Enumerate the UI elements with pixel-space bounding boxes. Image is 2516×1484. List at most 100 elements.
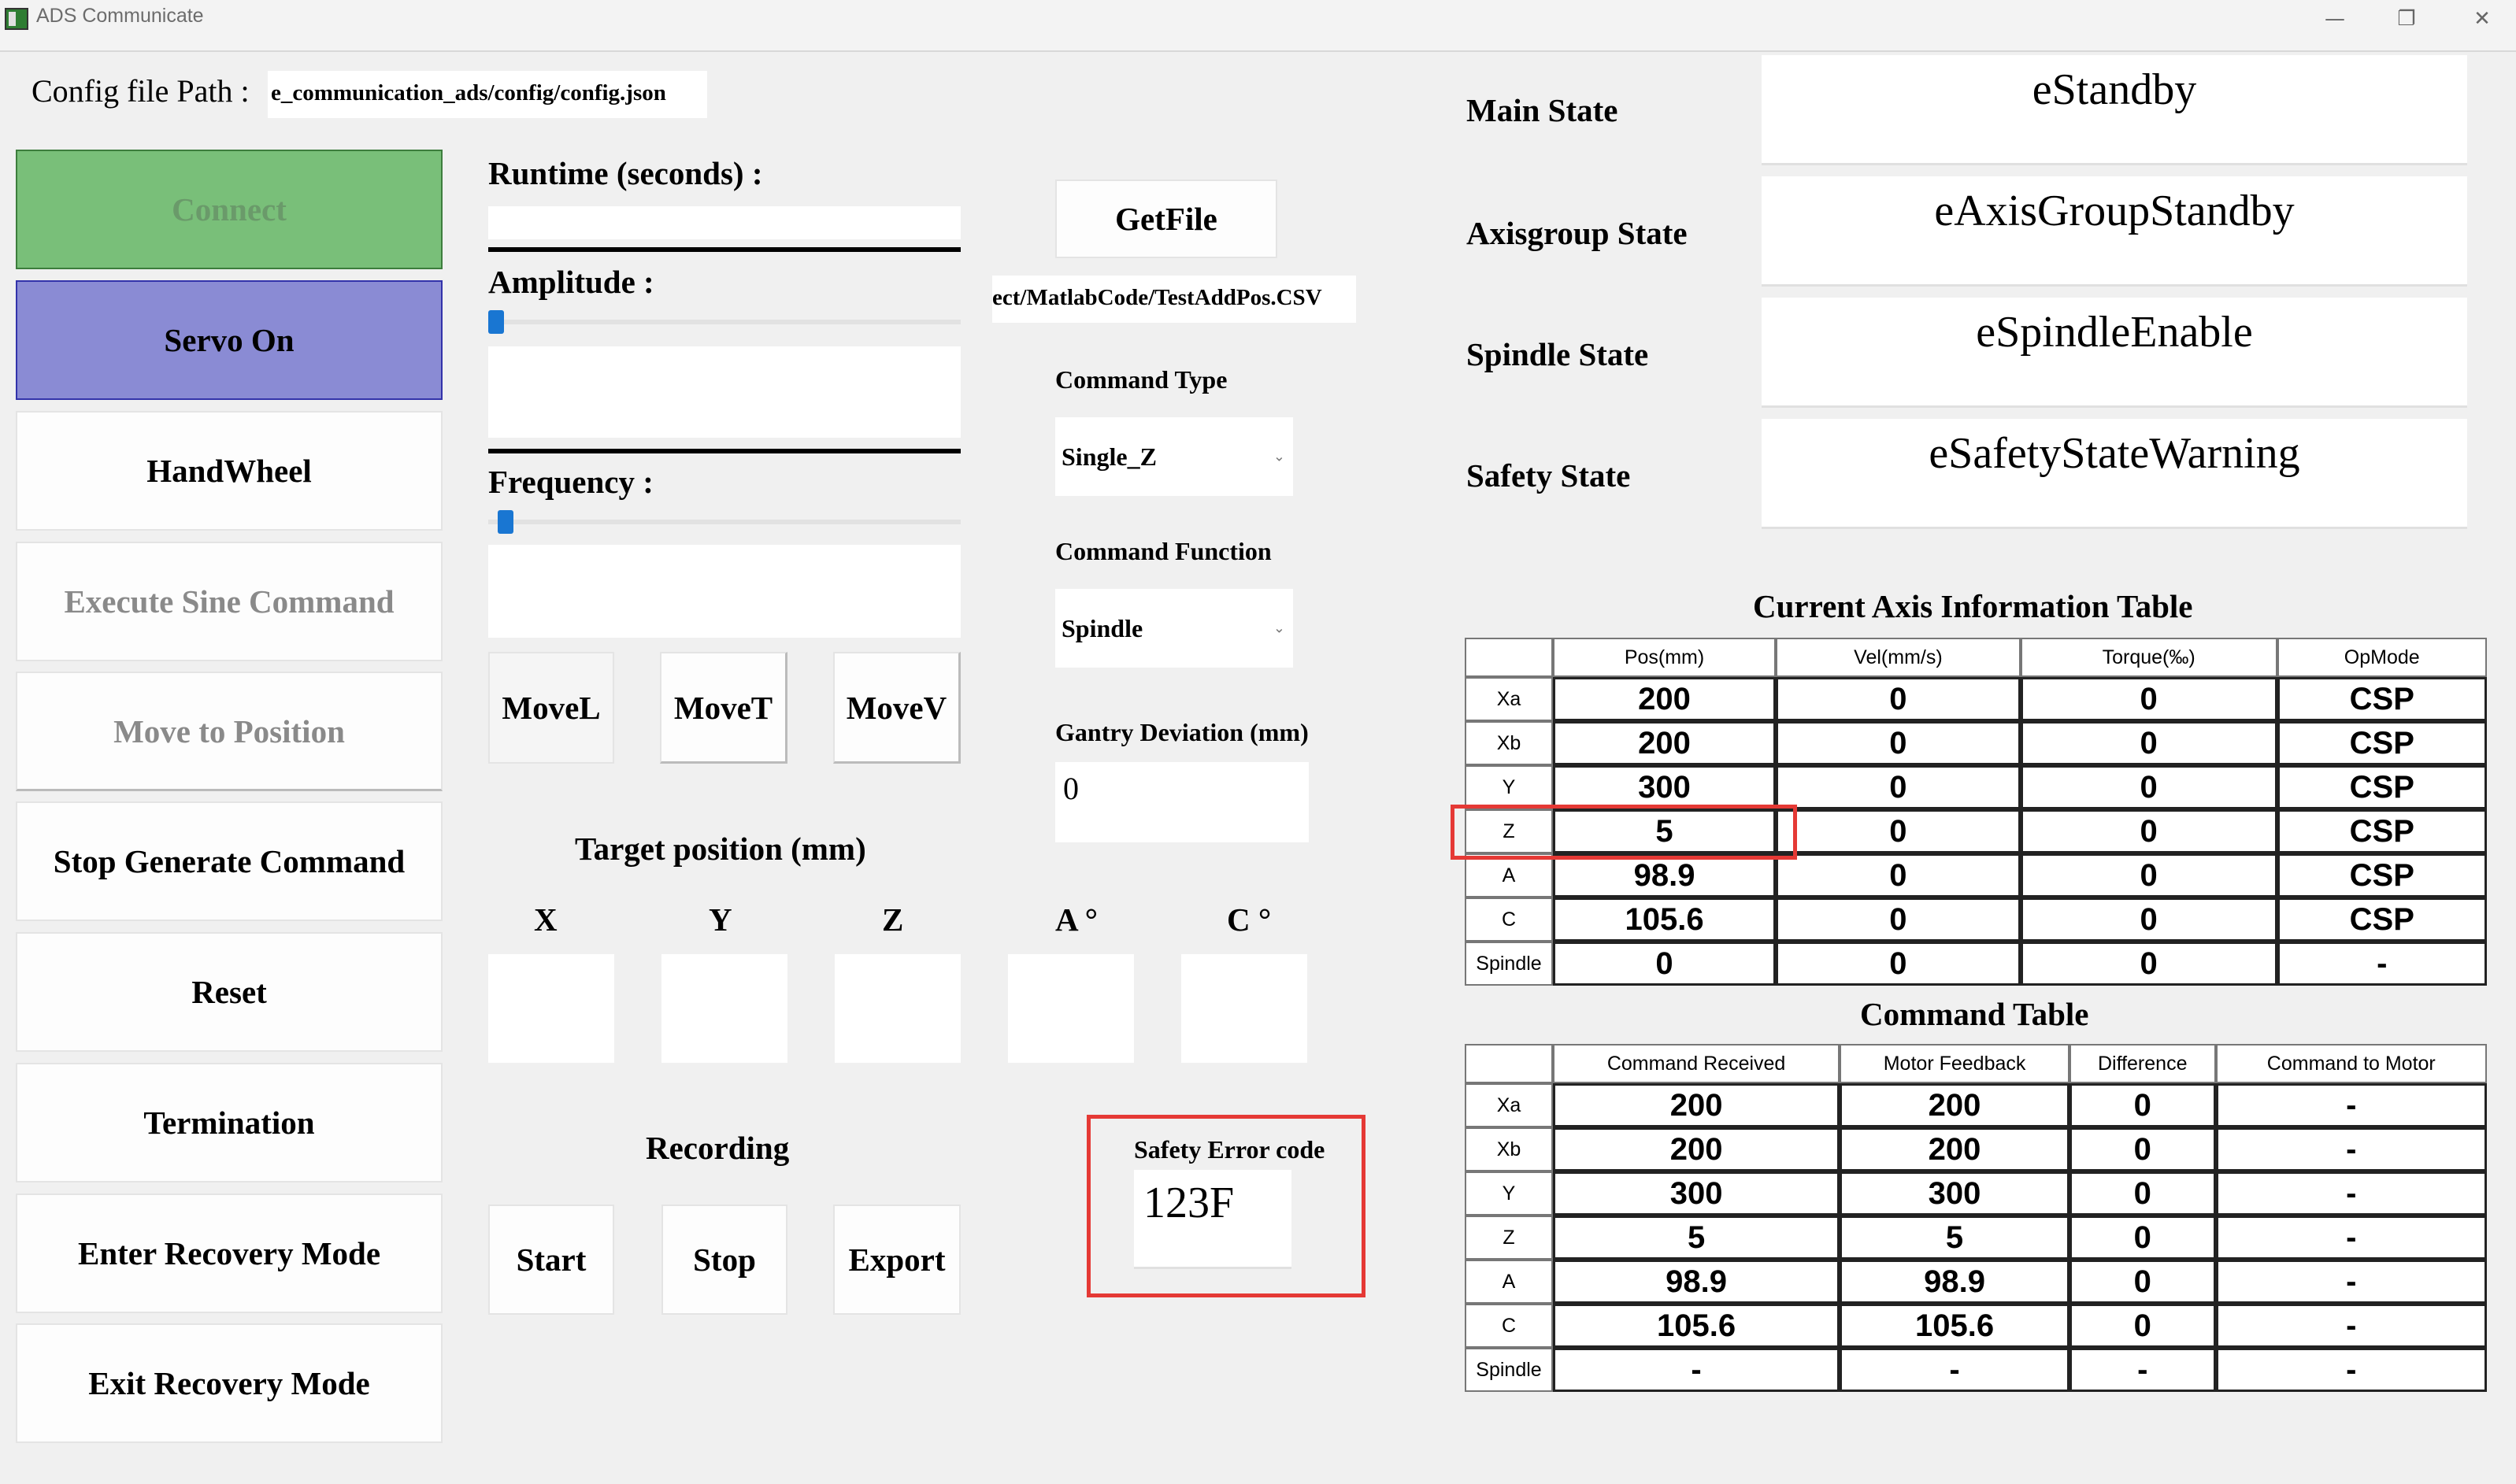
table-cell[interactable]: 0 [2069, 1171, 2216, 1216]
reset-button[interactable]: Reset [16, 932, 443, 1052]
table-cell[interactable]: - [2215, 1304, 2487, 1348]
termination-button[interactable]: Termination [16, 1063, 443, 1182]
minimize-icon[interactable]: — [2303, 2, 2366, 36]
table-cell[interactable]: - [1840, 1348, 2069, 1392]
table-cell[interactable]: - [2215, 1127, 2487, 1171]
frequency-slider-handle[interactable] [497, 510, 513, 534]
table-cell[interactable]: 105.6 [1553, 897, 1777, 942]
table-cell[interactable]: 200 [1553, 1083, 1840, 1127]
table-cell[interactable]: 5 [1553, 1216, 1840, 1260]
runtime-input[interactable] [488, 206, 961, 239]
move-to-position-button[interactable]: Move to Position [16, 672, 443, 791]
table-cell[interactable]: 200 [1840, 1127, 2069, 1171]
table-cell[interactable]: 0 [2020, 809, 2277, 853]
table-cell[interactable]: 200 [1553, 1127, 1840, 1171]
close-icon[interactable]: ✕ [2451, 2, 2514, 36]
stop-generate-button[interactable]: Stop Generate Command [16, 801, 443, 921]
table-cell[interactable]: 105.6 [1840, 1304, 2069, 1348]
table-cell[interactable]: - [2069, 1348, 2216, 1392]
table-cell[interactable]: 300 [1553, 1171, 1840, 1216]
table-cell[interactable]: CSP [2277, 677, 2487, 721]
table-cell[interactable]: - [2215, 1083, 2487, 1127]
target-x-input[interactable] [488, 954, 614, 1063]
table-cell[interactable]: 300 [1840, 1171, 2069, 1216]
table-cell[interactable]: CSP [2277, 897, 2487, 942]
table-cell[interactable]: 0 [2020, 897, 2277, 942]
enter-recovery-button[interactable]: Enter Recovery Mode [16, 1193, 443, 1313]
table-cell[interactable]: - [2215, 1171, 2487, 1216]
exit-recovery-button[interactable]: Exit Recovery Mode [16, 1323, 443, 1443]
table-cell[interactable]: 0 [2069, 1083, 2216, 1127]
table-cell[interactable]: 300 [1553, 765, 1777, 809]
target-a-input[interactable] [1008, 954, 1134, 1063]
table-cell[interactable]: 0 [2020, 942, 2277, 986]
connect-button[interactable]: Connect [16, 150, 443, 269]
table-cell[interactable]: - [2215, 1260, 2487, 1304]
gantry-deviation-input[interactable]: 0 [1055, 762, 1309, 842]
target-y-input[interactable] [661, 954, 787, 1063]
table-row: Y 300 0 0 CSP [1465, 765, 2487, 809]
table-cell[interactable]: 98.9 [1840, 1260, 2069, 1304]
recording-title: Recording [646, 1130, 790, 1166]
table-row: Spindle - - - - [1465, 1348, 2487, 1392]
table-cell[interactable]: 0 [1776, 721, 2021, 765]
target-c-input[interactable] [1181, 954, 1307, 1063]
table-cell[interactable]: 0 [1776, 897, 2021, 942]
table-cell[interactable]: 105.6 [1553, 1304, 1840, 1348]
table-cell[interactable]: 0 [2069, 1216, 2216, 1260]
amplitude-slider-handle[interactable] [488, 310, 504, 334]
table-cell[interactable]: - [2215, 1216, 2487, 1260]
table-cell[interactable]: 0 [2069, 1304, 2216, 1348]
table-cell[interactable]: 200 [1553, 677, 1777, 721]
table-cell[interactable]: - [2215, 1348, 2487, 1392]
target-axis-label-z: Z [882, 901, 904, 938]
getfile-button[interactable]: GetFile [1055, 179, 1277, 258]
target-z-input[interactable] [835, 954, 961, 1063]
table-cell[interactable]: 0 [2069, 1127, 2216, 1171]
table-cell[interactable]: CSP [2277, 809, 2487, 853]
recording-stop-button[interactable]: Stop [661, 1205, 787, 1315]
table-cell[interactable]: 0 [2020, 765, 2277, 809]
recording-export-button[interactable]: Export [833, 1205, 961, 1315]
command-function-label: Command Function [1055, 537, 1272, 565]
amplitude-slider-track[interactable] [488, 320, 961, 324]
recording-start-button[interactable]: Start [488, 1205, 614, 1315]
table-cell[interactable]: 0 [2020, 677, 2277, 721]
file-path-field[interactable]: ect/MatlabCode/TestAddPos.CSV [992, 276, 1356, 323]
command-type-select[interactable]: Single_Z ⌄ [1055, 417, 1293, 496]
frequency-slider-track[interactable] [488, 520, 961, 524]
command-function-select[interactable]: Spindle ⌄ [1055, 589, 1293, 668]
movet-button[interactable]: MoveT [660, 652, 787, 764]
target-axis-label-a: A ° [1055, 901, 1098, 938]
frequency-input[interactable] [488, 545, 961, 638]
table-cell[interactable]: 0 [1776, 853, 2021, 897]
table-cell[interactable]: 200 [1840, 1083, 2069, 1127]
config-path-field[interactable]: e_communication_ads/config/config.json [268, 71, 707, 118]
table-cell[interactable]: 0 [1776, 809, 2021, 853]
servo-on-button[interactable]: Servo On [16, 280, 443, 400]
table-cell[interactable]: 0 [2020, 853, 2277, 897]
amplitude-label: Amplitude : [488, 264, 654, 300]
table-cell[interactable]: - [1553, 1348, 1840, 1392]
table-cell[interactable]: 0 [2069, 1260, 2216, 1304]
table-cell[interactable]: CSP [2277, 765, 2487, 809]
table-cell[interactable]: 0 [1776, 677, 2021, 721]
state-label-safety: Safety State [1466, 457, 1631, 494]
table-cell[interactable]: - [2277, 942, 2487, 986]
movev-button[interactable]: MoveV [833, 652, 961, 764]
table-cell[interactable]: 0 [1553, 942, 1777, 986]
table-cell[interactable]: 98.9 [1553, 1260, 1840, 1304]
table-cell[interactable]: CSP [2277, 853, 2487, 897]
amplitude-input[interactable] [488, 346, 961, 438]
handwheel-button[interactable]: HandWheel [16, 411, 443, 531]
restore-icon[interactable]: ❐ [2375, 2, 2438, 36]
table-cell[interactable]: 5 [1840, 1216, 2069, 1260]
table-cell[interactable]: 0 [1776, 942, 2021, 986]
execute-sine-button[interactable]: Execute Sine Command [16, 542, 443, 661]
table-cell[interactable]: 0 [1776, 765, 2021, 809]
table-cell[interactable]: 98.9 [1553, 853, 1777, 897]
table-cell[interactable]: 200 [1553, 721, 1777, 765]
table-cell[interactable]: 0 [2020, 721, 2277, 765]
table-cell[interactable]: CSP [2277, 721, 2487, 765]
movel-button[interactable]: MoveL [488, 652, 614, 764]
